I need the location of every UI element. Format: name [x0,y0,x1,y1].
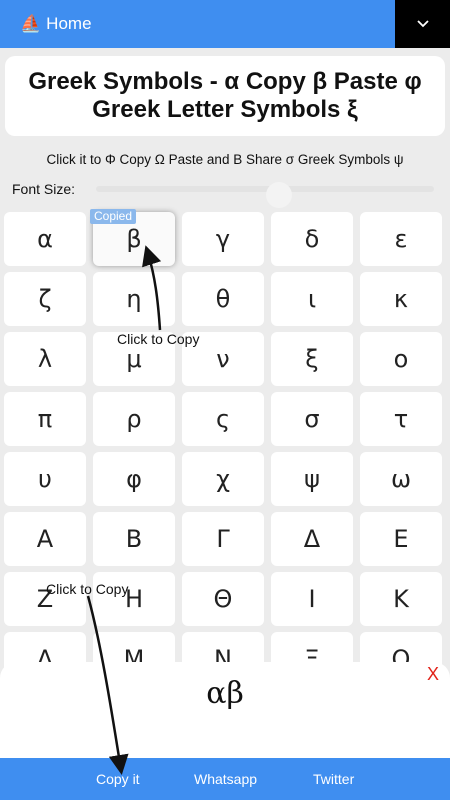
symbol-tile[interactable]: Κ [360,572,442,626]
symbol-tile[interactable]: ς [182,392,264,446]
symbol-tile[interactable]: ξ [271,332,353,386]
home-link[interactable]: ⛵ Home [20,0,92,48]
symbol-tile[interactable]: Ε [360,512,442,566]
symbol-tile[interactable]: ψ [271,452,353,506]
symbol-tile[interactable]: γ [182,212,264,266]
title-card: Greek Symbols - α Copy β Paste φ Greek L… [5,56,445,136]
symbol-tile[interactable]: Γ [182,512,264,566]
symbol-tile[interactable]: λ [4,332,86,386]
symbol-tile[interactable]: π [4,392,86,446]
symbol-tile[interactable]: ε [360,212,442,266]
symbol-tile[interactable]: τ [360,392,442,446]
symbol-tile[interactable]: Ι [271,572,353,626]
page-title: Greek Symbols - α Copy β Paste φ Greek L… [28,68,422,123]
symbol-tile[interactable]: υ [4,452,86,506]
symbol-tile[interactable]: κ [360,272,442,326]
symbol-tile[interactable]: δ [271,212,353,266]
output-text[interactable]: αβ [0,676,450,711]
symbol-tile[interactable]: Β [93,512,175,566]
symbol-tile[interactable]: ι [271,272,353,326]
symbol-tile[interactable]: Α [4,512,86,566]
copy-button[interactable]: Copy it [96,758,140,800]
symbol-tile[interactable]: Θ [182,572,264,626]
symbol-tile[interactable]: η [93,272,175,326]
menu-toggle-button[interactable] [395,0,450,48]
click-to-copy-hint: Click to Copy [46,581,129,597]
font-size-label: Font Size: [12,181,76,197]
home-label: Home [46,14,92,33]
font-size-control: Font Size: [12,180,434,208]
output-panel: αβ X [0,662,450,758]
symbol-tile[interactable]: ω [360,452,442,506]
chevron-down-icon [416,20,429,28]
close-button[interactable]: X [427,664,439,685]
click-to-copy-hint: Click to Copy [117,331,200,347]
copied-badge: Copied [90,209,137,224]
subtitle: Click it to Φ Copy Ω Paste and Β Share σ… [46,152,404,167]
symbol-tile[interactable]: ζ [4,272,86,326]
symbol-tile[interactable]: α [4,212,86,266]
symbol-tile[interactable]: θ [182,272,264,326]
top-nav-bar: ⛵ Home [0,0,450,48]
symbol-tile[interactable]: φ [93,452,175,506]
symbol-tile[interactable]: χ [182,452,264,506]
symbol-tile[interactable]: ο [360,332,442,386]
symbol-tile[interactable]: ρ [93,392,175,446]
font-size-slider[interactable] [96,182,434,208]
twitter-button[interactable]: Twitter [313,758,354,800]
symbol-tile[interactable]: σ [271,392,353,446]
symbol-tile[interactable]: Δ [271,512,353,566]
font-size-slider-thumb[interactable] [266,182,292,208]
sailboat-icon: ⛵ [20,14,42,33]
share-bar: Copy it Whatsapp Twitter [0,758,450,800]
whatsapp-button[interactable]: Whatsapp [194,758,257,800]
